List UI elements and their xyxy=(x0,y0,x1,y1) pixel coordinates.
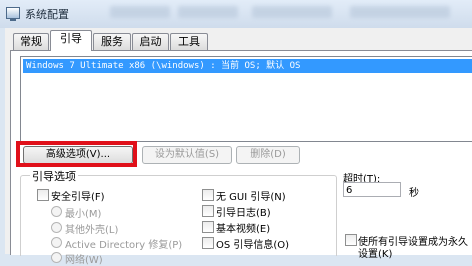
window-title: 系统配置 xyxy=(25,8,69,21)
timeout-unit: 秒 xyxy=(409,188,419,199)
tab-boot[interactable]: 引导 xyxy=(50,30,92,51)
tab-startup[interactable]: 启动 xyxy=(132,33,169,50)
safe-boot-checkbox[interactable] xyxy=(37,189,49,201)
no-gui-boot-checkbox[interactable] xyxy=(202,189,214,201)
tab-services[interactable]: 服务 xyxy=(93,33,131,50)
boot-log-label: 引导日志(B) xyxy=(216,208,271,219)
boot-log-checkbox[interactable] xyxy=(202,205,214,217)
boot-options-title: 引导选项 xyxy=(30,168,78,184)
base-video-label: 基本视频(E) xyxy=(216,224,271,235)
make-permanent-label-line2: 设置(K) xyxy=(358,249,393,260)
minimal-radio[interactable] xyxy=(51,206,62,217)
os-boot-info-checkbox[interactable] xyxy=(202,237,214,249)
make-permanent-checkbox[interactable] xyxy=(345,234,357,246)
alternate-shell-label: 其他外壳(L) xyxy=(65,225,119,236)
delete-button[interactable]: 删除(D) xyxy=(236,146,300,164)
safe-boot-label: 安全引导(F) xyxy=(51,192,105,203)
system-config-icon xyxy=(6,7,20,21)
blurred-region xyxy=(350,6,450,18)
tab-general[interactable]: 常规 xyxy=(13,33,49,50)
timeout-input[interactable]: 6 xyxy=(343,182,401,197)
blurred-region xyxy=(178,6,238,18)
os-boot-info-label: OS 引导信息(O) xyxy=(216,240,290,251)
set-default-button[interactable]: 设为默认值(S) xyxy=(142,146,232,164)
minimal-label: 最小(M) xyxy=(65,209,102,220)
network-label: 网络(W) xyxy=(65,255,103,266)
no-gui-boot-label: 无 GUI 引导(N) xyxy=(216,192,286,203)
blurred-region xyxy=(252,6,332,18)
alternate-shell-radio[interactable] xyxy=(51,222,62,233)
base-video-checkbox[interactable] xyxy=(202,221,214,233)
active-directory-label: Active Directory 修复(P) xyxy=(65,240,183,251)
blurred-region xyxy=(110,6,170,18)
highlight-box xyxy=(16,141,137,167)
os-list[interactable]: Windows 7 Ultimate x86 (\windows) : 当前 O… xyxy=(20,56,472,142)
title-bar: 系统配置 xyxy=(0,0,472,28)
tab-tools[interactable]: 工具 xyxy=(170,33,208,50)
active-directory-radio[interactable] xyxy=(51,237,62,248)
os-list-item[interactable]: Windows 7 Ultimate x86 (\windows) : 当前 O… xyxy=(23,59,472,73)
